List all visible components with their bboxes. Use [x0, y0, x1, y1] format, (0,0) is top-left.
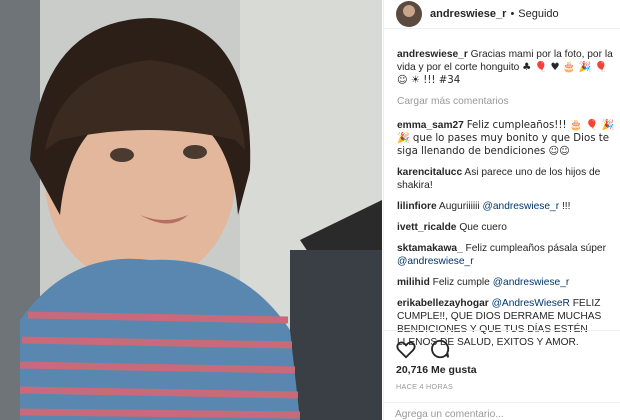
list-item: karencitalucc Asi parece uno de los hijo…: [397, 166, 615, 192]
heart-icon[interactable]: [395, 338, 417, 360]
add-comment-input[interactable]: Agrega un comentario...: [383, 402, 620, 420]
comment-username[interactable]: karencitalucc: [397, 167, 462, 178]
list-item: lilinfiore Auguriiiiii @andreswiese_r !!…: [397, 200, 615, 213]
post-header: andreswiese_r • Seguido: [384, 0, 620, 29]
comment-mention[interactable]: @AndresWieseR: [492, 298, 570, 309]
comment-text: Feliz cumple: [432, 277, 493, 288]
list-item: milihid Feliz cumple @andreswiese_r: [397, 276, 615, 289]
comment-text-after: !!!: [559, 201, 571, 212]
comment-icon[interactable]: [429, 338, 451, 360]
like-count[interactable]: 20,716 Me gusta: [396, 364, 477, 376]
caption-username[interactable]: andreswiese_r: [397, 49, 468, 60]
comment-text: Feliz cumpleaños pásala súper: [465, 243, 606, 254]
header-separator: •: [510, 8, 515, 20]
comment-username[interactable]: ivett_ricalde: [397, 222, 456, 233]
action-bar: [383, 330, 620, 360]
comment-mention[interactable]: @andreswiese_r: [483, 201, 560, 212]
comment-username[interactable]: milihid: [397, 277, 430, 288]
comment-mention[interactable]: @andreswiese_r: [493, 277, 570, 288]
comment-text: Que cuero: [459, 222, 507, 233]
avatar[interactable]: [396, 1, 422, 27]
follow-status[interactable]: Seguido: [518, 8, 558, 20]
list-item: emma_sam27 Feliz cumpleaños!!! 🎂 🎈 🎉🎉 qu…: [397, 119, 615, 158]
post-timestamp: HACE 4 HORAS: [396, 382, 454, 391]
post-photo[interactable]: [0, 0, 382, 420]
list-item: ivett_ricalde Que cuero: [397, 221, 615, 234]
list-item: sktamakawa_ Feliz cumpleaños pásala súpe…: [397, 242, 615, 268]
photo-illustration: [0, 0, 382, 420]
load-more-comments[interactable]: Cargar más comentarios: [397, 95, 615, 108]
comment-username[interactable]: sktamakawa_: [397, 243, 463, 254]
comment-mention[interactable]: @andreswiese_r: [397, 256, 474, 267]
header-username[interactable]: andreswiese_r: [430, 8, 506, 20]
comment-text: Auguriiiiii: [438, 201, 483, 212]
comment-username[interactable]: erikabellezayhogar: [397, 298, 489, 309]
comment-list: andreswiese_r Gracias mami por la foto, …: [397, 48, 615, 357]
comment-username[interactable]: emma_sam27: [397, 120, 464, 131]
comment-username[interactable]: lilinfiore: [397, 201, 437, 212]
caption: andreswiese_r Gracias mami por la foto, …: [397, 48, 615, 87]
